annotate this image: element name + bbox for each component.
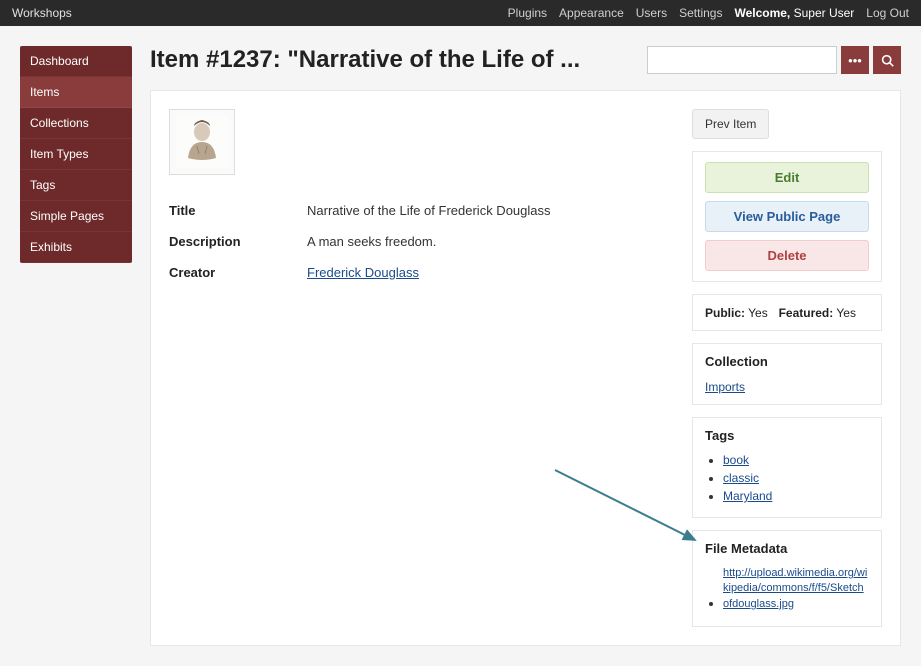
nav-dashboard[interactable]: Dashboard [20, 46, 132, 77]
file-metadata-box: File Metadata http://upload.wikimedia.or… [692, 530, 882, 627]
tags-box: Tags book classic Maryland [692, 417, 882, 518]
search-options-button[interactable]: ••• [841, 46, 869, 74]
status-box: Public: Yes Featured: Yes [692, 294, 882, 331]
tags-heading: Tags [705, 428, 869, 443]
nav-appearance[interactable]: Appearance [559, 6, 624, 20]
collection-box: Collection Imports [692, 343, 882, 405]
tag-link[interactable]: book [723, 453, 749, 467]
public-status: Public: Yes [705, 306, 768, 320]
nav-plugins[interactable]: Plugins [508, 6, 547, 20]
actions-box: Edit View Public Page Delete [692, 151, 882, 282]
item-content: Title Narrative of the Life of Frederick… [169, 109, 674, 296]
featured-status: Featured: Yes [779, 306, 856, 320]
creator-link[interactable]: Frederick Douglass [307, 265, 419, 280]
tag-link[interactable]: Maryland [723, 489, 772, 503]
nav-users[interactable]: Users [636, 6, 667, 20]
search-input[interactable] [647, 46, 837, 74]
nav-collections[interactable]: Collections [20, 108, 132, 139]
collection-heading: Collection [705, 354, 869, 369]
page-title: Item #1237: "Narrative of the Life of ..… [150, 46, 580, 74]
welcome-label: Welcome, Super User [734, 6, 854, 20]
field-title: Title Narrative of the Life of Frederick… [169, 203, 674, 218]
nav-items[interactable]: Items [20, 77, 132, 108]
nav-settings[interactable]: Settings [679, 6, 722, 20]
tag-link[interactable]: classic [723, 471, 759, 485]
field-value: Narrative of the Life of Frederick Dougl… [307, 203, 551, 218]
side-nav: Dashboard Items Collections Item Types T… [20, 46, 132, 263]
collection-link[interactable]: Imports [705, 380, 745, 394]
field-label: Title [169, 203, 307, 218]
portrait-sketch-icon [176, 116, 228, 168]
nav-exhibits[interactable]: Exhibits [20, 232, 132, 263]
nav-logout[interactable]: Log Out [866, 6, 909, 20]
search-bar: ••• [647, 46, 901, 74]
search-icon [881, 54, 894, 67]
field-label: Description [169, 234, 307, 249]
ellipsis-icon: ••• [848, 53, 862, 68]
field-label: Creator [169, 265, 307, 280]
search-submit-button[interactable] [873, 46, 901, 74]
field-description: Description A man seeks freedom. [169, 234, 674, 249]
top-nav: Workshops Plugins Appearance Users Setti… [0, 0, 921, 26]
view-public-button[interactable]: View Public Page [705, 201, 869, 232]
field-value: A man seeks freedom. [307, 234, 436, 249]
brand-link[interactable]: Workshops [12, 6, 72, 20]
nav-tags[interactable]: Tags [20, 170, 132, 201]
item-thumbnail[interactable] [169, 109, 235, 175]
prev-item-button[interactable]: Prev Item [692, 109, 769, 139]
file-metadata-link[interactable]: http://upload.wikimedia.org/wikipedia/co… [723, 566, 869, 612]
delete-button[interactable]: Delete [705, 240, 869, 271]
field-creator: Creator Frederick Douglass [169, 265, 674, 280]
nav-item-types[interactable]: Item Types [20, 139, 132, 170]
top-nav-right: Plugins Appearance Users Settings Welcom… [508, 6, 909, 20]
file-metadata-heading: File Metadata [705, 541, 869, 556]
nav-simple-pages[interactable]: Simple Pages [20, 201, 132, 232]
edit-button[interactable]: Edit [705, 162, 869, 193]
